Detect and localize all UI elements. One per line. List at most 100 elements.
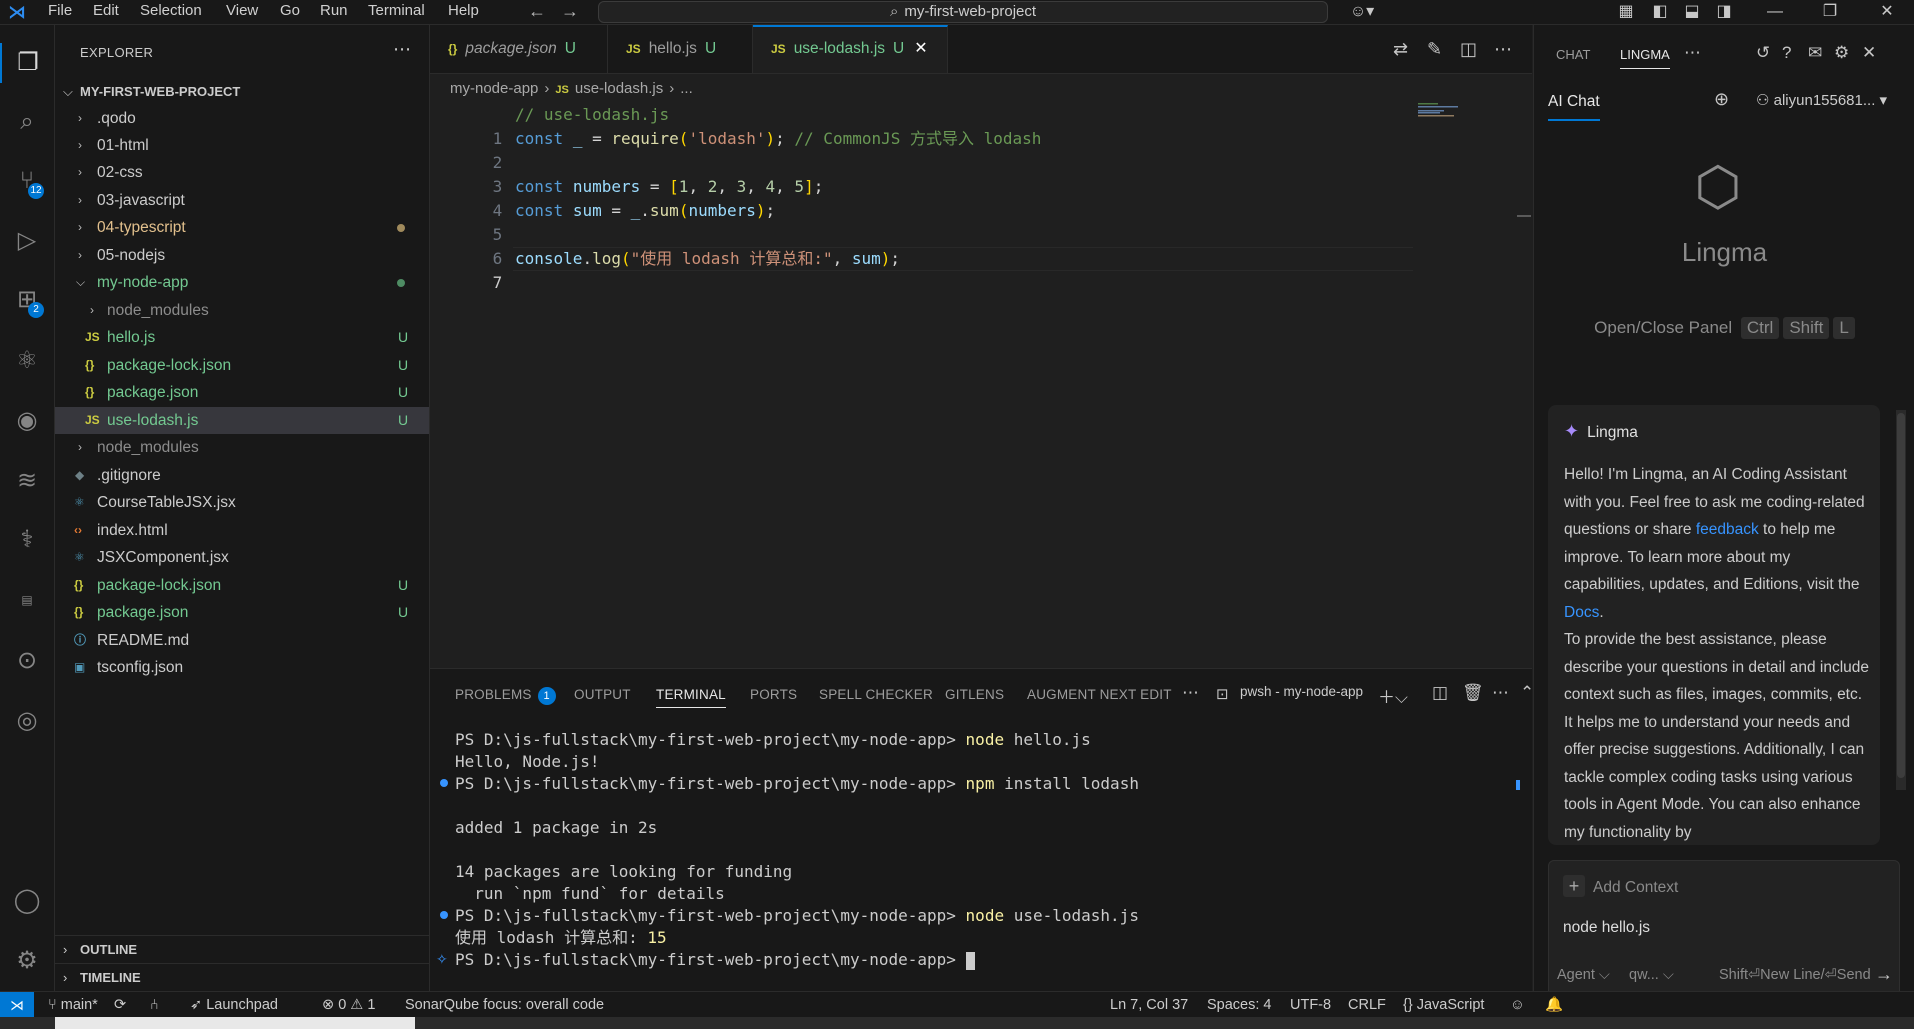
- tree-folder-node-modules-inner[interactable]: › node_modules: [55, 297, 429, 324]
- code-line-5[interactable]: 5 const sum = _.sum(numbers);: [430, 199, 776, 244]
- outline-section-header[interactable]: › OUTLINE: [55, 935, 429, 964]
- tree-folder-05-nodejs[interactable]: › 05-nodejs: [55, 242, 429, 269]
- panel-tab-terminal[interactable]: TERMINAL: [656, 687, 726, 708]
- model-select[interactable]: qw... ⌵: [1629, 967, 1674, 983]
- search-icon[interactable]: ⌕: [0, 102, 54, 142]
- feedback-link[interactable]: feedback: [1696, 521, 1759, 538]
- breadcrumb-file[interactable]: use-lodash.js: [575, 80, 663, 97]
- toggle-panel-icon[interactable]: ⬓: [1680, 0, 1704, 24]
- copilot-icon[interactable]: ☺▾: [1344, 0, 1380, 24]
- add-context-button[interactable]: + Add Context: [1563, 875, 1678, 897]
- gitlens-icon[interactable]: ⊙: [0, 641, 54, 681]
- chat-scrollbar-thumb[interactable]: [1897, 413, 1905, 778]
- tab-package-json[interactable]: {} package.json U: [430, 25, 608, 73]
- tree-folder-04-typescript[interactable]: › 04-typescript: [55, 214, 429, 241]
- source-control-icon[interactable]: ⑂ 12: [0, 161, 54, 201]
- restore-icon[interactable]: ❐: [1815, 0, 1845, 24]
- chat-input-field[interactable]: node hello.js: [1563, 919, 1650, 937]
- terminal-instance-name[interactable]: pwsh - my-node-app: [1240, 684, 1363, 699]
- feedback-icon[interactable]: ✉: [1808, 43, 1822, 63]
- sonarqube-focus[interactable]: SonarQube focus: overall code: [405, 992, 604, 1018]
- language-mode[interactable]: {} JavaScript: [1403, 992, 1484, 1018]
- tree-folder-01-html[interactable]: › 01-html: [55, 132, 429, 159]
- python-icon[interactable]: ⚕: [0, 520, 54, 560]
- menu-go[interactable]: Go: [280, 0, 300, 24]
- toggle-secondary-sidebar-icon[interactable]: ◨: [1712, 0, 1736, 24]
- breadcrumb-symbol[interactable]: ...: [680, 80, 693, 97]
- close-panel-icon[interactable]: ✕: [1862, 43, 1876, 63]
- panel-more-actions-icon[interactable]: ⋯: [1492, 683, 1509, 703]
- terminal-line[interactable]: PS D:\js-fullstack\my-first-web-project\…: [455, 949, 975, 971]
- settings-gear-icon[interactable]: ⚙: [0, 941, 54, 981]
- minimize-icon[interactable]: —: [1760, 0, 1790, 24]
- remote-indicator-icon[interactable]: ⋊: [0, 992, 34, 1018]
- tab-lingma[interactable]: LINGMA: [1620, 47, 1670, 69]
- tree-file-tsconfig[interactable]: ▣ tsconfig.json: [55, 654, 429, 681]
- tree-folder-03-javascript[interactable]: › 03-javascript: [55, 187, 429, 214]
- command-center-search[interactable]: ⌕ my-first-web-project: [598, 1, 1328, 23]
- tab-hello-js[interactable]: JS hello.js U: [608, 25, 753, 73]
- compare-changes-icon[interactable]: ⇄: [1393, 39, 1408, 60]
- kill-terminal-trash-icon[interactable]: 🗑: [1462, 683, 1484, 703]
- timeline-section-header[interactable]: › TIMELINE: [55, 963, 429, 992]
- cursor-position[interactable]: Ln 7, Col 37: [1110, 992, 1188, 1018]
- customize-layout-icon[interactable]: ▦: [1614, 0, 1638, 24]
- explorer-icon[interactable]: ❐: [0, 43, 54, 83]
- menu-terminal[interactable]: Terminal: [368, 0, 425, 24]
- tree-file-package-json[interactable]: {} package.json U: [55, 599, 429, 626]
- new-terminal-plus-icon[interactable]: ＋⌵: [1378, 683, 1408, 708]
- copilot-status-icon[interactable]: ☺: [1510, 992, 1525, 1018]
- tree-folder-node-modules[interactable]: › node_modules: [55, 434, 429, 461]
- sync-icon[interactable]: ⟳: [114, 992, 126, 1018]
- more-panel-tabs-icon[interactable]: ⋯: [1182, 683, 1199, 703]
- augment-icon[interactable]: ≋: [0, 461, 54, 501]
- edit-pencil-icon[interactable]: ✎: [1427, 39, 1442, 60]
- account-icon[interactable]: ◯: [0, 881, 54, 921]
- tree-file-package-lock-json[interactable]: {} package-lock.json U: [55, 572, 429, 599]
- panel-tab-output[interactable]: OUTPUT: [574, 687, 631, 702]
- extensions-icon[interactable]: ⊞ 2: [0, 280, 54, 320]
- tree-file-hello-js[interactable]: JS hello.js U: [55, 324, 429, 351]
- launchpad-button[interactable]: ➶ Launchpad: [190, 992, 278, 1018]
- problems-indicator[interactable]: ⊗ 0 ⚠ 1: [322, 992, 375, 1018]
- panel-tab-augment-next-edit[interactable]: AUGMENT NEXT EDIT: [1027, 687, 1172, 702]
- send-arrow-icon[interactable]: →: [1875, 964, 1893, 985]
- more-actions-icon[interactable]: ⋯: [1684, 43, 1701, 63]
- panel-tab-spell-checker[interactable]: SPELL CHECKER: [819, 687, 933, 702]
- indentation[interactable]: Spaces: 4: [1207, 992, 1272, 1018]
- menu-view[interactable]: View: [226, 0, 258, 24]
- breadcrumb[interactable]: my-node-app › JS use-lodash.js ›...: [450, 80, 693, 97]
- new-chat-plus-icon[interactable]: ⊕: [1714, 89, 1729, 110]
- tree-folder-02-css[interactable]: › 02-css: [55, 159, 429, 186]
- code-line-6[interactable]: 6: [430, 223, 503, 268]
- git-graph-icon[interactable]: ⑃: [150, 992, 159, 1018]
- panel-tab-problems[interactable]: PROBLEMS 1: [455, 687, 556, 705]
- close-tab-icon[interactable]: ✕: [914, 40, 927, 57]
- run-debug-icon[interactable]: ▷: [0, 221, 54, 261]
- mode-select[interactable]: Agent ⌵: [1557, 967, 1610, 983]
- tree-file-jsxcomponent[interactable]: ⚛ JSXComponent.jsx: [55, 544, 429, 571]
- user-account[interactable]: ⚇ aliyun155681... ▾: [1756, 91, 1887, 109]
- branch-indicator[interactable]: ⑂ main*: [48, 992, 98, 1018]
- project-folder-header[interactable]: ⌵ MY-FIRST-WEB-PROJECT: [55, 80, 429, 104]
- breadcrumb-folder[interactable]: my-node-app: [450, 80, 538, 97]
- split-editor-icon[interactable]: ◫: [1460, 39, 1477, 60]
- encoding[interactable]: UTF-8: [1290, 992, 1331, 1018]
- forward-arrow-icon[interactable]: →: [561, 0, 579, 24]
- menu-run[interactable]: Run: [320, 0, 348, 24]
- minimap[interactable]: [1418, 103, 1478, 117]
- code-line-2[interactable]: 2 const _ = require('lodash'); // Common…: [430, 127, 1042, 172]
- tree-file-package-json-inner[interactable]: {} package.json U: [55, 379, 429, 406]
- menu-help[interactable]: Help: [448, 0, 479, 24]
- tree-folder-qodo[interactable]: › .qodo: [55, 105, 429, 132]
- menu-file[interactable]: File: [48, 0, 72, 24]
- more-actions-icon[interactable]: ⋯: [1494, 39, 1512, 60]
- settings-gear-icon[interactable]: ⚙: [1834, 43, 1849, 63]
- command-decoration-dot[interactable]: [440, 911, 448, 919]
- split-terminal-icon[interactable]: ◫: [1432, 683, 1448, 703]
- toggle-sidebar-icon[interactable]: ◧: [1648, 0, 1672, 24]
- code-line-3[interactable]: 3: [430, 151, 503, 196]
- tab-use-lodash-js[interactable]: JS use-lodash.js U ✕: [753, 25, 948, 73]
- docs-link[interactable]: Docs: [1564, 604, 1599, 621]
- back-arrow-icon[interactable]: ←: [528, 0, 546, 24]
